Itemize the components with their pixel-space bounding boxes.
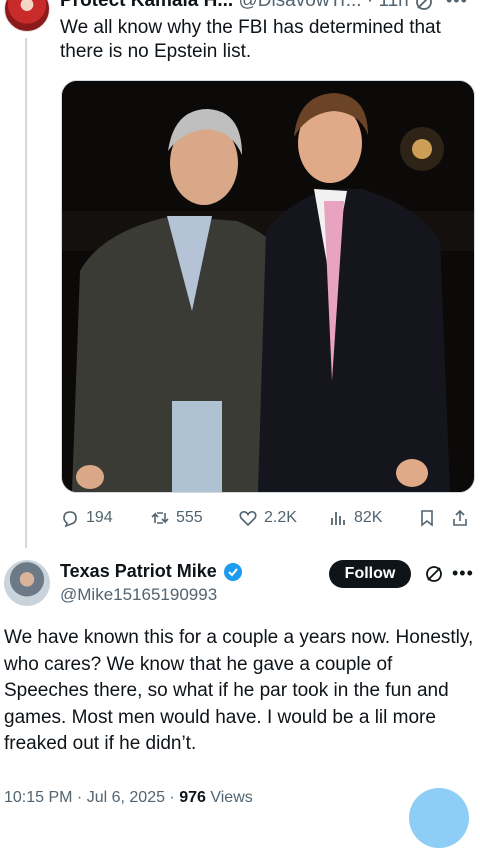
parent-display-name[interactable]: Protect Kamala H... [60,0,233,11]
reply-handle[interactable]: @Mike15165190993 [60,585,217,605]
reply-icon [63,511,77,528]
avatar[interactable] [4,560,50,606]
views-count: 82K [354,509,383,526]
tweet-photo[interactable] [61,80,475,493]
bookmark-button[interactable] [417,508,437,528]
grok-icon[interactable] [424,564,444,584]
heart-icon [239,510,257,527]
compose-fab[interactable] [409,788,469,848]
like-button[interactable]: 2.2K [238,508,297,528]
reply-count: 194 [86,509,113,526]
tweet-action-bar: 194 555 2.2K 82K [60,508,475,534]
bookmark-icon [421,510,433,527]
views-total: 976 [179,789,206,806]
parent-tweet-text: We all know why the FBI has determined t… [60,17,441,62]
views-label: Views [205,789,253,806]
reply-author[interactable]: Texas Patriot Mike [60,561,243,582]
repost-count: 555 [176,509,203,526]
more-icon[interactable]: ••• [446,0,468,11]
repost-icon [151,512,169,524]
repost-button[interactable]: 555 [150,508,203,528]
grok-icon[interactable] [414,0,434,12]
thread-connector-line [25,38,27,548]
like-count: 2.2K [264,509,297,526]
share-button[interactable] [450,508,470,528]
separator-dot: · [366,0,374,11]
parent-tweet-header: Protect Kamala H... @DisavowTr... · 11h [60,0,409,14]
avatar[interactable] [4,0,50,32]
verified-badge-icon [223,562,242,581]
reply-tweet-text: We have known this for a couple a years … [4,627,474,754]
more-icon[interactable]: ••• [452,563,474,584]
reply-button[interactable]: 194 [60,508,113,528]
views-icon [331,512,345,525]
parent-handle[interactable]: @DisavowTr... [238,0,361,11]
share-icon [453,509,467,526]
follow-button[interactable]: Follow [329,560,411,588]
timestamp-text[interactable]: 10:15 PM · Jul 6, 2025 · [4,789,179,806]
views-button[interactable]: 82K [328,508,382,528]
photo-illustration [62,81,474,492]
reply-display-name[interactable]: Texas Patriot Mike [60,561,217,582]
parent-time[interactable]: 11h [378,0,408,11]
tweet-timestamp: 10:15 PM · Jul 6, 2025 · 976 Views [4,789,253,807]
